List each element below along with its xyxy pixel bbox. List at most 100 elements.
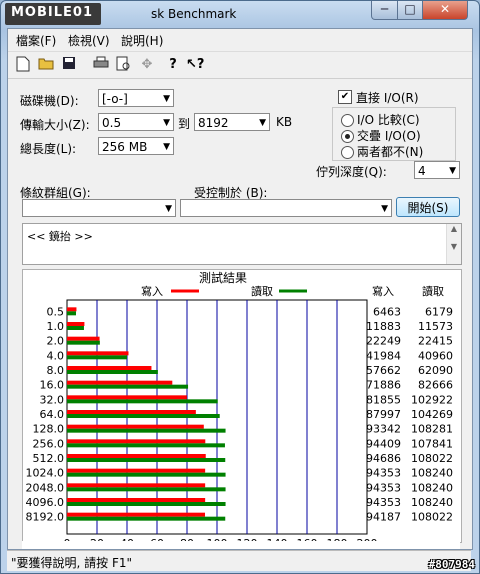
- print-icon[interactable]: [92, 56, 110, 74]
- read-value-label: 40960: [418, 349, 453, 362]
- menu-view[interactable]: 檢視(V): [68, 32, 110, 49]
- read-bar: [67, 502, 226, 506]
- open-folder-icon[interactable]: [37, 56, 55, 74]
- menu-help[interactable]: 說明(H): [121, 32, 163, 49]
- write-value-label: 71886: [366, 379, 401, 392]
- help-icon[interactable]: ?: [164, 56, 182, 74]
- read-bar: [67, 311, 76, 316]
- read-value-label: 11573: [418, 320, 453, 333]
- read-value-label: 108240: [411, 481, 453, 494]
- total-length-label: 總長度(L):: [20, 142, 77, 156]
- io-compare-radio[interactable]: [341, 114, 354, 127]
- read-value-label: 107841: [411, 437, 453, 450]
- write-bar: [67, 336, 100, 341]
- write-bar: [67, 395, 187, 400]
- write-bar: [67, 483, 206, 488]
- write-bar: [67, 351, 129, 356]
- print-preview-icon[interactable]: [115, 56, 133, 74]
- y-tick-label: 32.0: [40, 393, 65, 406]
- read-bar: [67, 443, 225, 448]
- y-tick-label: 1024.0: [26, 467, 65, 480]
- write-bar: [67, 439, 206, 444]
- write-bar: [67, 512, 205, 517]
- io-mode-group: I/O 比較(C) 交疊 I/O(O) 兩者都不(N): [332, 107, 456, 161]
- window-title: sk Benchmark: [151, 7, 237, 21]
- chevron-down-icon: ▼: [449, 166, 456, 176]
- chevron-down-icon: ▼: [163, 118, 170, 128]
- start-button[interactable]: 開始(S): [396, 197, 460, 217]
- write-value-label: 94409: [366, 437, 401, 450]
- results-chart: 測試結果 寫入 讀取 寫入 讀取 02040608010012014016018…: [26, 270, 454, 563]
- chevron-down-icon: ▼: [381, 204, 388, 214]
- app-window: MOBILE01 sk Benchmark ─ □ ✕ 檔案(F) 檢視(V) …: [0, 0, 480, 574]
- y-tick-label: 1.0: [47, 320, 65, 333]
- read-bar: [67, 326, 84, 330]
- write-value-label: 81855: [366, 393, 401, 406]
- write-value-label: 94353: [366, 496, 401, 509]
- maximize-button[interactable]: □: [397, 1, 423, 20]
- title-bar[interactable]: MOBILE01 sk Benchmark ─ □ ✕: [1, 1, 479, 27]
- write-bar: [67, 322, 85, 326]
- io-compare-label: I/O 比較(C): [357, 113, 420, 127]
- context-help-icon[interactable]: ↖?: [186, 56, 204, 74]
- move-icon[interactable]: ✥: [138, 56, 156, 74]
- write-value-label: 57662: [366, 364, 401, 377]
- write-bar: [67, 307, 77, 312]
- read-bar: [67, 516, 226, 521]
- transfer-to-select[interactable]: 8192 ▼: [194, 113, 270, 131]
- direct-io-checkbox[interactable]: ✔: [338, 90, 352, 104]
- transfer-from-select[interactable]: 0.5 ▼: [98, 113, 174, 131]
- y-tick-label: 0.5: [47, 305, 65, 318]
- overlapped-io-radio[interactable]: [341, 130, 354, 143]
- legend-read-label: 讀取: [251, 284, 273, 298]
- queue-depth-label: 佇列深度(Q):: [316, 165, 387, 179]
- read-value-label: 62090: [418, 364, 453, 377]
- read-value-label: 108281: [411, 423, 453, 436]
- write-bar: [67, 468, 206, 473]
- read-bar: [67, 414, 220, 418]
- description-box[interactable]: << 鏡抬 >> ▲ ▼: [22, 223, 462, 265]
- description-scrollbar[interactable]: ▲ ▼: [446, 224, 461, 264]
- chevron-down-icon: ▼: [259, 118, 266, 128]
- new-document-icon[interactable]: [14, 56, 32, 74]
- pattern-group-select[interactable]: ▼: [22, 199, 176, 217]
- table-read-header: 讀取: [422, 284, 444, 298]
- save-icon[interactable]: [60, 56, 78, 74]
- chevron-down-icon: ▼: [163, 94, 170, 104]
- description-text: << 鏡抬 >>: [27, 230, 93, 243]
- menu-file[interactable]: 檔案(F): [16, 32, 56, 49]
- write-bar: [67, 454, 206, 458]
- neither-label: 兩者都不(N): [357, 145, 424, 159]
- write-bar: [67, 424, 204, 429]
- write-value-label: 11883: [366, 320, 401, 333]
- toolbar: ✥ ? ↖?: [8, 51, 472, 79]
- read-value-label: 104269: [411, 408, 453, 421]
- write-bar: [67, 366, 152, 370]
- neither-radio[interactable]: [341, 146, 354, 159]
- write-bar: [67, 498, 206, 502]
- status-bar: "要獲得說明, 請按 F1": [7, 550, 471, 571]
- minimize-button[interactable]: ─: [371, 1, 398, 20]
- read-bar: [67, 384, 189, 389]
- read-bar: [67, 355, 127, 360]
- queue-depth-select[interactable]: 4 ▼: [414, 161, 460, 179]
- write-value-label: 6463: [373, 305, 401, 318]
- read-bar: [67, 472, 226, 477]
- y-tick-label: 2.0: [47, 335, 65, 348]
- drive-select[interactable]: [-o-] ▼: [98, 89, 174, 107]
- write-value-label: 22249: [366, 335, 401, 348]
- read-value-label: 6179: [425, 305, 453, 318]
- drive-label: 磁碟機(D):: [20, 94, 79, 108]
- close-button[interactable]: ✕: [422, 1, 468, 20]
- write-bar: [67, 410, 196, 414]
- read-value-label: 108022: [411, 511, 453, 524]
- chevron-down-icon: ▼: [165, 204, 172, 214]
- y-tick-label: 64.0: [40, 408, 65, 421]
- write-value-label: 94353: [366, 467, 401, 480]
- controlled-by-select[interactable]: ▼: [180, 199, 392, 217]
- read-value-label: 108022: [411, 452, 453, 465]
- total-length-select[interactable]: 256 MB ▼: [98, 137, 174, 155]
- write-value-label: 94353: [366, 481, 401, 494]
- y-tick-label: 4.0: [47, 349, 65, 362]
- write-value-label: 41984: [366, 349, 401, 362]
